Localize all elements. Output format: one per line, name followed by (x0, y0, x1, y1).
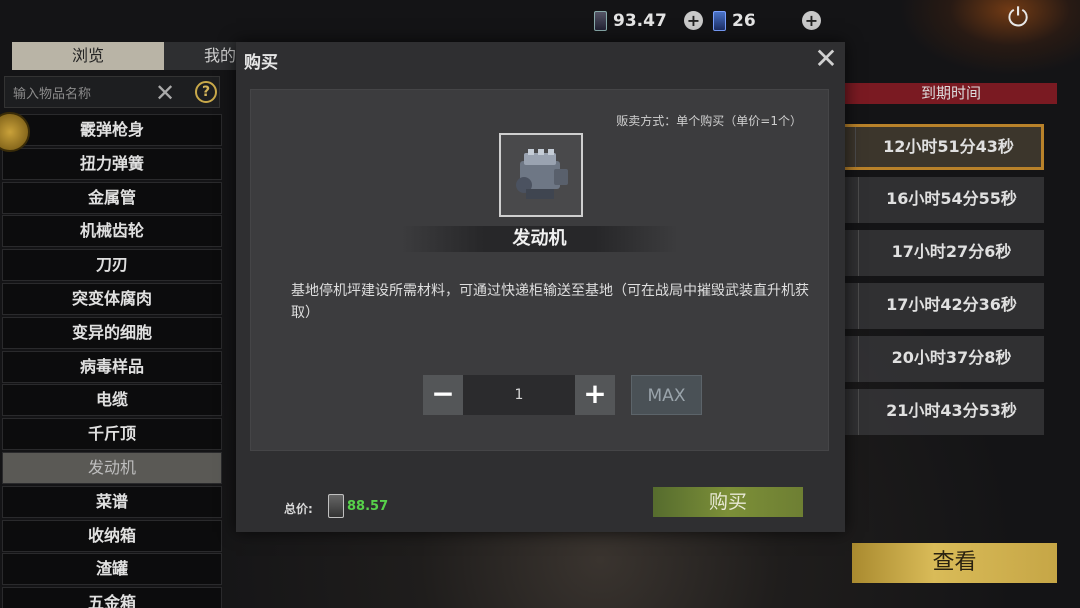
dialog-content: 贩卖方式：单个购买（单价=1个） 发动机 基地停机坪建设所需材料，可通过快递柜输… (250, 89, 829, 451)
sidebar-item[interactable]: 霰弹枪身 (2, 114, 222, 146)
sidebar-item[interactable]: 突变体腐肉 (2, 282, 222, 315)
engine-icon (516, 149, 568, 199)
sidebar-item[interactable]: 扭力弹簧 (2, 147, 222, 180)
sidebar-item[interactable]: 刀刃 (2, 249, 222, 282)
power-icon[interactable]: ⏻ (1004, 4, 1032, 32)
row-expire-time: 20小时37分8秒 (858, 336, 1044, 382)
item-name: 发动机 (512, 228, 567, 249)
total-price: 88.57 (347, 499, 389, 514)
close-icon[interactable]: ✕ (155, 79, 175, 107)
quantity-field[interactable]: 1 (463, 375, 575, 415)
search-box[interactable]: 输入物品名称 ✕ ? (4, 76, 220, 108)
tab-browse[interactable]: 浏览 (12, 42, 164, 70)
row-expire-time: 12小时51分43秒 (855, 127, 1041, 167)
coin-icon (328, 494, 344, 518)
sidebar-item[interactable]: 病毒样品 (2, 350, 222, 383)
view-button[interactable]: 查看 (852, 543, 1057, 583)
gem-balance: 26 (713, 11, 756, 31)
purchase-dialog: 购买 ✕ 贩卖方式：单个购买（单价=1个） 发动机 基地停机坪建设所需材料，可通… (236, 42, 845, 532)
add-coin-button[interactable]: + (684, 11, 703, 30)
coin-balance: 93.47 (594, 11, 667, 31)
max-button[interactable]: MAX (631, 375, 702, 415)
sidebar-item[interactable]: 电缆 (2, 384, 222, 417)
decrease-button[interactable]: − (423, 375, 463, 415)
tab-mine[interactable]: 我的 (164, 42, 244, 70)
help-icon[interactable]: ? (195, 81, 217, 103)
row-expire-time: 21小时43分53秒 (858, 389, 1044, 435)
header-expire: 到期时间 (845, 83, 1057, 104)
sidebar-item[interactable]: 五金箱 (2, 587, 222, 608)
sidebar: 霰弹枪身 扭力弹簧 金属管 机械齿轮 刀刃 突变体腐肉 变异的细胞 病毒样品 电缆 千斤顶 发动机菜… (0, 114, 224, 608)
item-image-frame (499, 133, 583, 217)
sidebar-item[interactable]: 菜谱 (2, 485, 222, 518)
row-expire-time: 17小时27分6秒 (858, 230, 1044, 276)
search-input[interactable]: 输入物品名称 (13, 83, 91, 102)
sidebar-item[interactable]: 机械齿轮 (2, 215, 222, 248)
close-icon[interactable]: ✕ (811, 42, 841, 75)
sidebar-item[interactable]: 发动机 (2, 451, 222, 484)
row-expire-time: 16小时54分55秒 (858, 177, 1044, 223)
top-bar: 93.47 + 26 + ⏻ (0, 0, 1080, 40)
coin-icon (594, 11, 607, 31)
coin-value: 93.47 (613, 11, 667, 31)
row-expire-time: 17小时42分36秒 (858, 283, 1044, 329)
item-description: 基地停机坪建设所需材料，可通过快递柜输送至基地（可在战局中摧毁武装直升机获取） (291, 283, 809, 321)
sidebar-item[interactable]: 金属管 (2, 181, 222, 214)
sidebar-item[interactable]: 千斤顶 (2, 418, 222, 451)
dialog-title: 购买 (244, 53, 278, 73)
increase-button[interactable]: + (575, 375, 615, 415)
total-label: 总价: (284, 502, 313, 516)
sidebar-item[interactable]: 收纳箱 (2, 519, 222, 552)
add-gem-button[interactable]: + (802, 11, 821, 30)
gem-icon (713, 11, 726, 31)
gem-value: 26 (732, 11, 756, 31)
sidebar-item[interactable]: 渣罐 (2, 553, 222, 586)
sidebar-item[interactable]: 变异的细胞 (2, 316, 222, 349)
sale-mode-text: 贩卖方式：单个购买（单价=1个） (616, 114, 802, 128)
item-name-bar: 发动机 (251, 224, 828, 254)
buy-button[interactable]: 购买 (653, 487, 803, 517)
